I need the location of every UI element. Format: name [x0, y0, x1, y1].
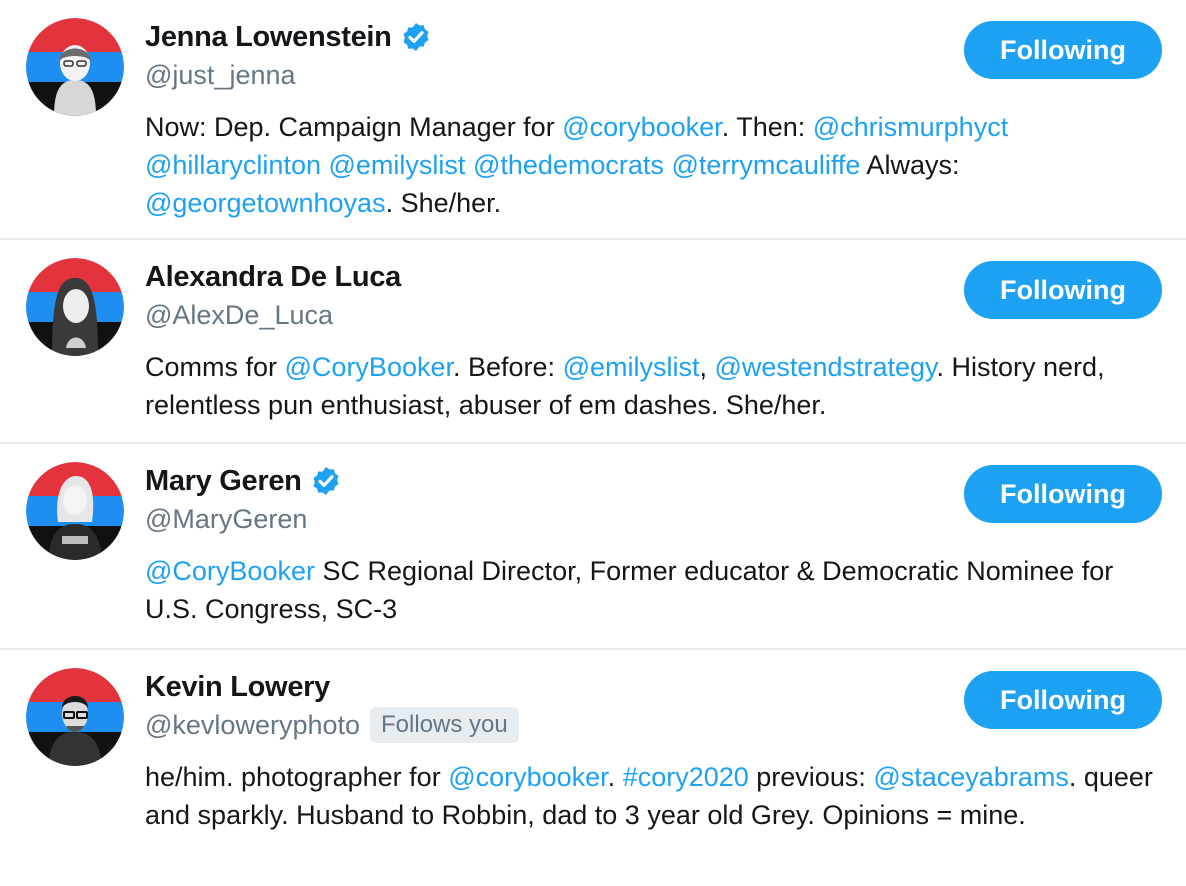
following-list: Jenna Lowenstein @just_jenna Now: Dep. C… — [0, 0, 1186, 886]
mention-link[interactable]: @emilyslist — [329, 150, 466, 180]
mention-link[interactable]: @georgetownhoyas — [145, 188, 386, 218]
user-bio: @CoryBooker SC Regional Director, Former… — [145, 552, 1155, 628]
bio-text: . She/her. — [385, 188, 502, 218]
user-cell[interactable]: Kevin Lowery @kevloweryphoto Follows you… — [0, 650, 1186, 886]
bio-text — [321, 150, 329, 180]
bio-text: , — [699, 352, 715, 382]
mention-link[interactable]: @terrymcauliffe — [671, 150, 860, 180]
bio-text: he/him. photographer for — [145, 762, 449, 792]
mention-link[interactable]: @thedemocrats — [473, 150, 664, 180]
hashtag-link[interactable]: #cory2020 — [623, 762, 749, 792]
display-name[interactable]: Mary Geren — [145, 465, 302, 498]
mention-link[interactable]: @emilyslist — [563, 352, 700, 382]
mention-link[interactable]: @staceyabrams — [873, 762, 1068, 792]
bio-text — [465, 150, 473, 180]
verified-badge-icon — [310, 465, 342, 497]
bio-text: . Then: — [721, 112, 813, 142]
bio-text: . Before: — [453, 352, 563, 382]
mention-link[interactable]: @westendstrategy — [715, 352, 937, 382]
user-cell[interactable]: Mary Geren @MaryGeren @CoryBooker SC Reg… — [0, 444, 1186, 650]
user-cell[interactable]: Alexandra De Luca @AlexDe_Luca Comms for… — [0, 240, 1186, 444]
display-name[interactable]: Alexandra De Luca — [145, 261, 401, 294]
following-button[interactable]: Following — [964, 21, 1162, 79]
avatar[interactable] — [26, 462, 124, 560]
following-button[interactable]: Following — [964, 671, 1162, 729]
bio-text: Always: — [860, 150, 960, 180]
following-button[interactable]: Following — [964, 261, 1162, 319]
user-bio: he/him. photographer for @corybooker. #c… — [145, 758, 1155, 834]
display-name[interactable]: Kevin Lowery — [145, 671, 330, 704]
following-button[interactable]: Following — [964, 465, 1162, 523]
user-handle[interactable]: @AlexDe_Luca — [145, 300, 333, 331]
bio-text: Comms for — [145, 352, 285, 382]
mention-link[interactable]: @chrismurphyct — [813, 112, 1008, 142]
user-cell[interactable]: Jenna Lowenstein @just_jenna Now: Dep. C… — [0, 0, 1186, 240]
mention-link[interactable]: @hillaryclinton — [145, 150, 321, 180]
avatar[interactable] — [26, 668, 124, 766]
avatar[interactable] — [26, 258, 124, 356]
user-handle[interactable]: @MaryGeren — [145, 504, 307, 535]
display-name[interactable]: Jenna Lowenstein — [145, 21, 392, 54]
user-handle[interactable]: @kevloweryphoto — [145, 710, 360, 741]
mention-link[interactable]: @CoryBooker — [145, 556, 315, 586]
user-bio: Now: Dep. Campaign Manager for @corybook… — [145, 108, 1155, 222]
bio-text: previous: — [748, 762, 874, 792]
bio-text: . — [607, 762, 623, 792]
user-handle[interactable]: @just_jenna — [145, 60, 296, 91]
mention-link[interactable]: @corybooker — [562, 112, 721, 142]
verified-badge-icon — [400, 21, 432, 53]
avatar[interactable] — [26, 18, 124, 116]
mention-link[interactable]: @CoryBooker — [285, 352, 453, 382]
mention-link[interactable]: @corybooker — [448, 762, 607, 792]
bio-text: Now: Dep. Campaign Manager for — [145, 112, 563, 142]
user-bio: Comms for @CoryBooker. Before: @emilysli… — [145, 348, 1155, 424]
follows-you-badge: Follows you — [370, 707, 519, 743]
